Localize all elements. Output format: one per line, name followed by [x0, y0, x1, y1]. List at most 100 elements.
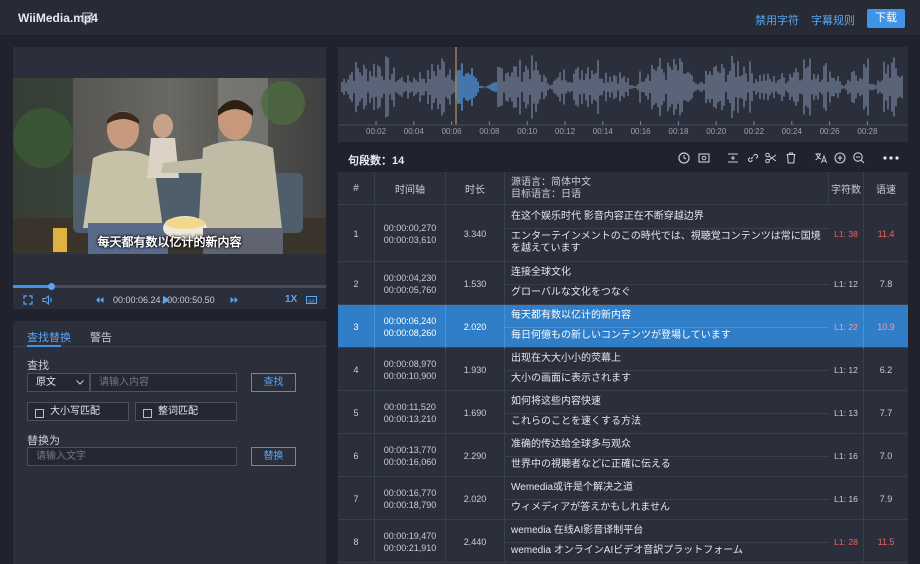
table-row[interactable]: 7 00:00:16,770 00:00:18,790 2.020 Wemedia或许是… [338, 477, 908, 520]
table-row[interactable]: 2 00:00:04,230 00:00:05,760 1.530 连接全球文化 グローバ… [338, 262, 908, 305]
row-timeline[interactable]: 00:00:19,470 00:00:21,910 [375, 520, 446, 563]
row-target-text[interactable]: グローバルな文化をつなぐ [505, 284, 829, 305]
replace-button[interactable]: 替换 [251, 447, 296, 466]
row-source-text[interactable]: 如何将这些内容快速 [505, 394, 829, 414]
table-row[interactable]: 1 00:00:00,270 00:00:03,610 3.340 在这个娱乐时代 影音… [338, 206, 908, 262]
row-timeline[interactable]: 00:00:06,240 00:00:08,260 [375, 305, 446, 348]
row-target-text[interactable]: エンターテインメントのこの時代では、視聴覚コンテンツは常に国境を越えています [505, 228, 829, 261]
row-timeline[interactable]: 00:00:13,770 00:00:16,060 [375, 434, 446, 477]
waveform-panel[interactable]: 00:02 00:04 00:06 00:08 00:10 00:12 00:14 00:16… [338, 47, 908, 142]
subtitle-rules-link[interactable]: 字幕规则 [811, 12, 855, 28]
video-frame[interactable] [13, 78, 326, 254]
row-speed: 7.0 [879, 450, 893, 461]
replace-input[interactable]: 请输入文字 [27, 447, 237, 466]
row-source-text[interactable]: 出现在大大小小的荧幕上 [505, 351, 829, 371]
tab-warnings[interactable]: 警告 [90, 329, 112, 345]
playback-progress-bar[interactable] [13, 283, 326, 290]
reset-icon[interactable] [677, 151, 691, 165]
subtitle-toggle-icon[interactable] [306, 294, 317, 306]
edit-icon[interactable] [82, 11, 94, 23]
column-header-speed: 语速 [864, 172, 908, 205]
table-row[interactable]: 5 00:00:11,520 00:00:13,210 1.690 如何将这些内容快速こ… [338, 391, 908, 434]
volume-icon[interactable] [42, 294, 54, 306]
find-input[interactable]: 请输入内容 [90, 373, 237, 392]
table-row[interactable]: 4 00:00:08,970 00:00:10,900 1.930 出现在大大小小的荧幕… [338, 348, 908, 391]
row-index: 7 [338, 477, 375, 520]
row-speed: 11.5 [877, 536, 895, 547]
table-row[interactable]: 6 00:00:13,770 00:00:16,060 2.290 准确的传达给全球多与… [338, 434, 908, 477]
row-target-text[interactable]: ウィメディアが答えかもしれません [505, 499, 829, 520]
row-target-text[interactable]: 世界中の視聴者などに正確に伝える [505, 456, 829, 477]
whole-word-option[interactable]: 整词匹配 [135, 402, 237, 421]
row-source-text[interactable]: 每天都有数以亿计的新内容 [505, 308, 829, 328]
disable-chars-link[interactable]: 禁用字符 [755, 12, 799, 28]
row-timeline[interactable]: 00:00:08,970 00:00:10,900 [375, 348, 446, 391]
scope-select[interactable]: 原文 [27, 373, 90, 392]
find-panel-tabs: 查找替换 警告 [13, 321, 326, 347]
timeline-tick-label: 00:12 [555, 127, 576, 136]
row-index: 4 [338, 348, 375, 391]
rewind-icon[interactable] [95, 294, 104, 306]
table-row[interactable]: 3 00:00:06,240 00:00:08,260 2.020 每天都有数以亿计的新… [338, 305, 908, 348]
timeline-tick-label: 00:28 [857, 127, 878, 136]
progress-knob[interactable] [48, 283, 56, 290]
match-case-checkbox[interactable] [35, 409, 44, 418]
row-start-time: 00:00:16,770 [383, 487, 437, 498]
link-icon[interactable] [745, 151, 759, 165]
row-duration: 2.020 [446, 305, 505, 348]
split-scissors-icon[interactable] [764, 151, 778, 165]
timeline-tick-label: 00:24 [781, 127, 802, 136]
table-row[interactable]: 8 00:00:19,470 00:00:21,910 2.440 wemedia 在线… [338, 520, 908, 563]
fast-forward-icon[interactable] [230, 294, 239, 306]
find-replace-panel: 查找替换 警告 查找 原文 请输入内容 查找 大小写匹配 整词匹配 替换为 请输… [13, 321, 326, 564]
row-source-text[interactable]: 准确的传达给全球多与观众 [505, 437, 829, 457]
whole-word-checkbox[interactable] [143, 409, 152, 418]
row-timeline[interactable]: 00:00:11,520 00:00:13,210 [375, 391, 446, 434]
screenshot-icon[interactable] [697, 151, 711, 165]
row-source-text[interactable]: wemedia 在线AI影音译制平台 [505, 523, 829, 543]
fullscreen-icon[interactable] [23, 294, 33, 306]
zoom-out-icon[interactable] [852, 151, 866, 165]
play-icon[interactable] [162, 294, 171, 306]
delete-icon[interactable] [784, 151, 798, 165]
video-subtitle-overlay: 每天都有数以亿计的新内容 [97, 235, 242, 249]
row-index: 8 [338, 520, 375, 563]
row-target-text[interactable]: 毎日何億もの新しいコンテンツが登場しています [505, 327, 829, 348]
merge-icon[interactable] [726, 151, 740, 165]
match-case-option[interactable]: 大小写匹配 [27, 402, 129, 421]
row-timeline[interactable]: 00:00:16,770 00:00:18,790 [375, 477, 446, 520]
video-scene-image [13, 78, 326, 254]
download-button[interactable]: 下载 [867, 9, 905, 28]
row-end-time: 00:00:10,900 [383, 370, 437, 381]
timeline-tick-label: 00:06 [441, 127, 462, 136]
replace-label: 替换为 [27, 435, 60, 447]
translate-icon[interactable] [814, 151, 828, 165]
row-end-time: 00:00:16,060 [383, 456, 437, 467]
target-language-label[interactable]: 目标语言：日语 [511, 189, 581, 201]
row-source-text[interactable]: 在这个娱乐时代 影音内容正在不断穿越边界 [505, 209, 829, 229]
row-char-count: L1: 22 [829, 305, 864, 348]
scope-select-value: 原文 [36, 377, 56, 388]
source-language-label[interactable]: 源语言：简体中文 [511, 177, 591, 189]
total-time: 00:00:50.50 [167, 295, 215, 305]
row-index: 1 [338, 206, 375, 262]
find-button[interactable]: 查找 [251, 373, 296, 392]
row-source-text[interactable]: 连接全球文化 [505, 265, 829, 285]
row-timeline[interactable]: 00:00:00,270 00:00:03,610 [375, 206, 446, 262]
playback-speed[interactable]: 1X [285, 294, 297, 306]
row-timeline[interactable]: 00:00:04,230 00:00:05,760 [375, 262, 446, 305]
row-duration: 2.020 [446, 477, 505, 520]
timeline-tick-label: 00:02 [366, 127, 387, 136]
row-target-text[interactable]: 大小の画面に表示されます [505, 370, 829, 391]
row-target-text[interactable]: wemedia オンラインAIビデオ音訳プラットフォーム [505, 542, 829, 563]
row-target-text[interactable]: これらのことを速くする方法 [505, 413, 829, 434]
chevron-down-icon [76, 380, 84, 385]
row-source-text[interactable]: Wemedia或许是个解决之道 [505, 480, 829, 500]
timeline-tick-label: 00:08 [479, 127, 500, 136]
zoom-in-icon[interactable] [833, 151, 847, 165]
more-options-icon[interactable] [882, 151, 900, 165]
row-start-time: 00:00:19,470 [383, 530, 437, 541]
column-header-index: # [338, 172, 375, 205]
row-char-count: L1: 13 [829, 391, 864, 434]
tab-find-replace[interactable]: 查找替换 [27, 329, 71, 345]
